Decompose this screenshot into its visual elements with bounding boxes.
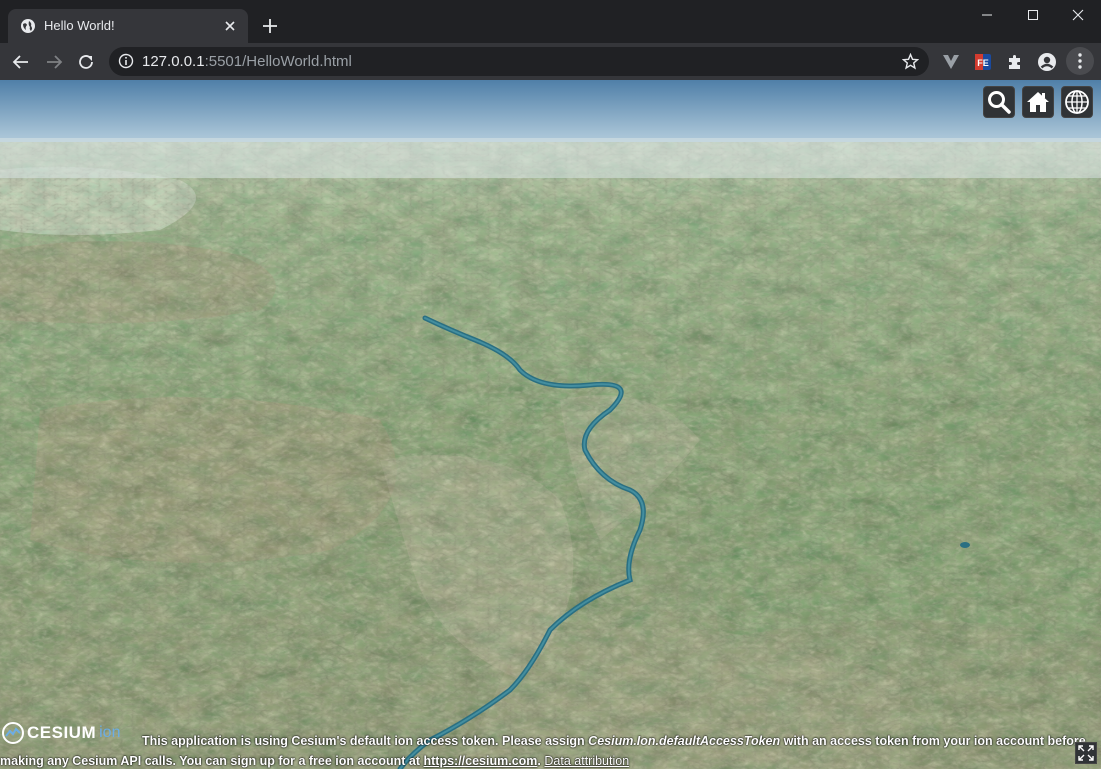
home-icon	[1027, 92, 1049, 112]
browser-toolbar: 127.0.0.1:5501/HelloWorld.html FE	[0, 43, 1101, 80]
cesium-logo-icon	[2, 722, 24, 744]
close-window-icon	[1072, 9, 1084, 21]
minimize-icon	[982, 14, 992, 16]
credit-token-name: Cesium.Ion.defaultAccessToken	[588, 734, 781, 748]
close-tab-icon[interactable]	[222, 18, 238, 34]
v-extension-icon	[943, 55, 959, 69]
arrow-left-icon	[12, 55, 28, 69]
search-icon	[988, 91, 1011, 114]
arrow-right-icon	[47, 55, 63, 69]
reload-button[interactable]	[75, 51, 97, 73]
home-button[interactable]	[1022, 86, 1054, 118]
tab-strip: Hello World!	[0, 0, 1101, 43]
terrain-detail	[0, 142, 1101, 769]
fe-extension[interactable]: FE	[972, 51, 994, 73]
credit-text-d: .	[537, 754, 541, 768]
profile-button[interactable]	[1036, 51, 1058, 73]
credit-line-1: This application is using Cesium's defau…	[142, 731, 1086, 751]
fe-extension-icon: FE	[975, 54, 991, 70]
new-tab-icon[interactable]	[261, 17, 279, 35]
credit-text-a: This application is using Cesium's defau…	[142, 734, 589, 748]
ion-logo-text: ion	[99, 724, 121, 741]
credit-text-b: with an access token from your ion accou…	[780, 734, 1086, 748]
minimize-button[interactable]	[964, 0, 1010, 30]
credit-line-2: making any Cesium API calls. You can sig…	[0, 751, 629, 769]
cesium-link[interactable]: https://cesium.com	[424, 754, 538, 768]
cesium-logo-text: CESIUM	[27, 723, 97, 742]
extensions-button[interactable]	[1004, 51, 1026, 73]
scene-mode-button[interactable]	[1061, 86, 1093, 118]
cesium-viewer[interactable]: CESIUM ion This application is using Ces…	[0, 80, 1101, 769]
vue-devtools-extension[interactable]	[940, 51, 962, 73]
url-text[interactable]: 127.0.0.1:5501/HelloWorld.html	[142, 53, 352, 70]
maximize-icon	[1028, 10, 1038, 20]
terrain-3d-view[interactable]	[0, 80, 1101, 769]
maximize-button[interactable]	[1010, 0, 1056, 30]
fullscreen-icon	[1078, 745, 1094, 761]
url-path: :5501/HelloWorld.html	[204, 53, 352, 70]
tab-title: Hello World!	[44, 18, 115, 33]
svg-text:FE: FE	[977, 58, 989, 68]
url-host: 127.0.0.1	[142, 53, 205, 70]
fullscreen-button[interactable]	[1075, 742, 1097, 764]
browser-menu-button[interactable]	[1066, 47, 1094, 75]
account-icon	[1038, 53, 1056, 71]
cesium-ion-logo[interactable]: CESIUM ion	[2, 721, 120, 745]
back-button[interactable]	[10, 51, 32, 73]
globe-icon	[1065, 90, 1089, 114]
geocoder-search-button[interactable]	[983, 86, 1015, 118]
address-bar[interactable]: 127.0.0.1:5501/HelloWorld.html	[109, 47, 929, 76]
close-window-button[interactable]	[1055, 0, 1101, 30]
globe-favicon-icon	[21, 19, 35, 33]
browser-tab[interactable]: Hello World!	[8, 9, 248, 43]
credit-text-c: making any Cesium API calls. You can sig…	[0, 754, 424, 768]
puzzle-icon	[1009, 55, 1020, 69]
kebab-menu-icon	[1078, 53, 1082, 69]
credits-bar: CESIUM ion This application is using Ces…	[0, 721, 1101, 769]
bookmark-star-icon[interactable]	[902, 53, 919, 70]
info-icon[interactable]	[118, 53, 134, 69]
lake	[960, 542, 970, 548]
forward-button[interactable]	[43, 51, 65, 73]
reload-icon	[79, 55, 93, 69]
data-attribution-link[interactable]: Data attribution	[544, 754, 629, 768]
horizon-haze	[0, 138, 1101, 178]
